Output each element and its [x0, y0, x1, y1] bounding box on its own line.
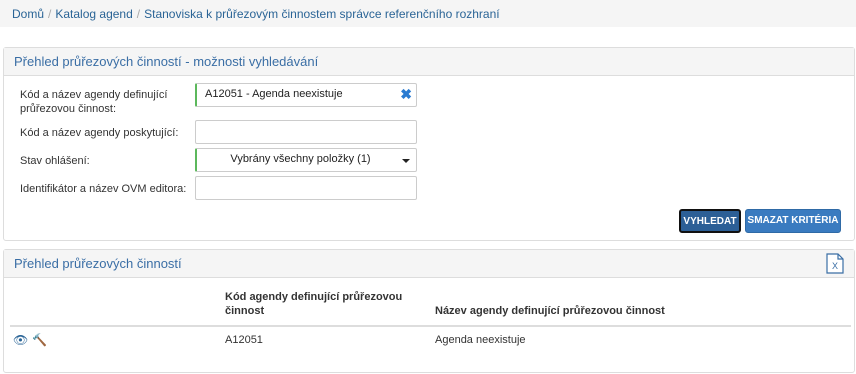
close-x-icon[interactable]: ✖ [400, 86, 412, 103]
agenda-code-input[interactable]: A12051 - Agenda neexistuje ✖ [195, 83, 417, 107]
providing-agenda-label: Kód a název agendy poskytující: [20, 127, 179, 139]
clear-criteria-button[interactable]: SMAZAT KRITÉRIA [745, 209, 841, 233]
search-button[interactable]: VYHLEDAT [679, 209, 741, 233]
table-header-divider [10, 325, 851, 327]
providing-agenda-input[interactable] [195, 120, 417, 144]
gavel-icon[interactable]: 🔨 [32, 333, 47, 347]
results-panel: Přehled průřezových činností X Kód agend… [3, 249, 855, 373]
search-panel: Přehled průřezových činností - možnosti … [3, 47, 855, 241]
status-label: Stav ohlášení: [20, 155, 90, 167]
row-name: Agenda neexistuje [435, 334, 526, 346]
breadcrumb-home[interactable]: Domů [12, 7, 44, 21]
excel-export-icon[interactable]: X [826, 253, 844, 274]
column-header-code: Kód agendy definující průřezovou činnost [225, 291, 403, 317]
eye-icon[interactable]: 👁 [13, 333, 28, 347]
caret-down-icon [402, 159, 410, 163]
agenda-code-label: Kód a název agendy definující průřezovou… [20, 89, 168, 115]
agenda-code-value: A12051 - Agenda neexistuje [205, 88, 343, 100]
column-header-name: Název agendy definující průřezovou činno… [435, 305, 665, 317]
row-code: A12051 [225, 334, 263, 346]
ovm-editor-label: Identifikátor a název OVM editora: [20, 183, 187, 195]
breadcrumb: Domů / Katalog agend / Stanoviska k průřezov… [0, 0, 856, 27]
svg-text:X: X [832, 261, 838, 271]
breadcrumb-separator: / [48, 7, 52, 21]
ovm-editor-input[interactable] [195, 176, 417, 200]
results-panel-title: Přehled průřezových činností [4, 250, 854, 278]
breadcrumb-catalog[interactable]: Katalog agend [55, 7, 132, 21]
status-select[interactable]: Vybrány všechny položky (1) [195, 148, 417, 172]
status-select-value: Vybrány všechny položky (1) [230, 153, 371, 165]
breadcrumb-current[interactable]: Stanoviska k průřezovým činnostem správc… [144, 7, 500, 21]
search-panel-title: Přehled průřezových činností - možnosti … [4, 48, 854, 76]
breadcrumb-separator: / [136, 7, 141, 21]
